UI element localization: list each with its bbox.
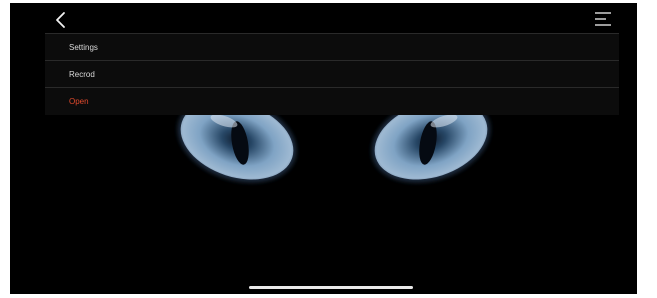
menu-item-settings[interactable]: Settings: [45, 33, 619, 60]
dropdown-menu: Settings Recrod Open: [45, 33, 619, 115]
menu-item-label: Recrod: [69, 70, 95, 79]
menu-item-label: Settings: [69, 43, 98, 52]
home-indicator[interactable]: [249, 286, 413, 289]
menu-item-open[interactable]: Open: [45, 87, 619, 114]
menu-item-label: Open: [69, 97, 89, 106]
app-screen: Settings Recrod Open: [10, 3, 637, 294]
menu-item-record[interactable]: Recrod: [45, 60, 619, 87]
